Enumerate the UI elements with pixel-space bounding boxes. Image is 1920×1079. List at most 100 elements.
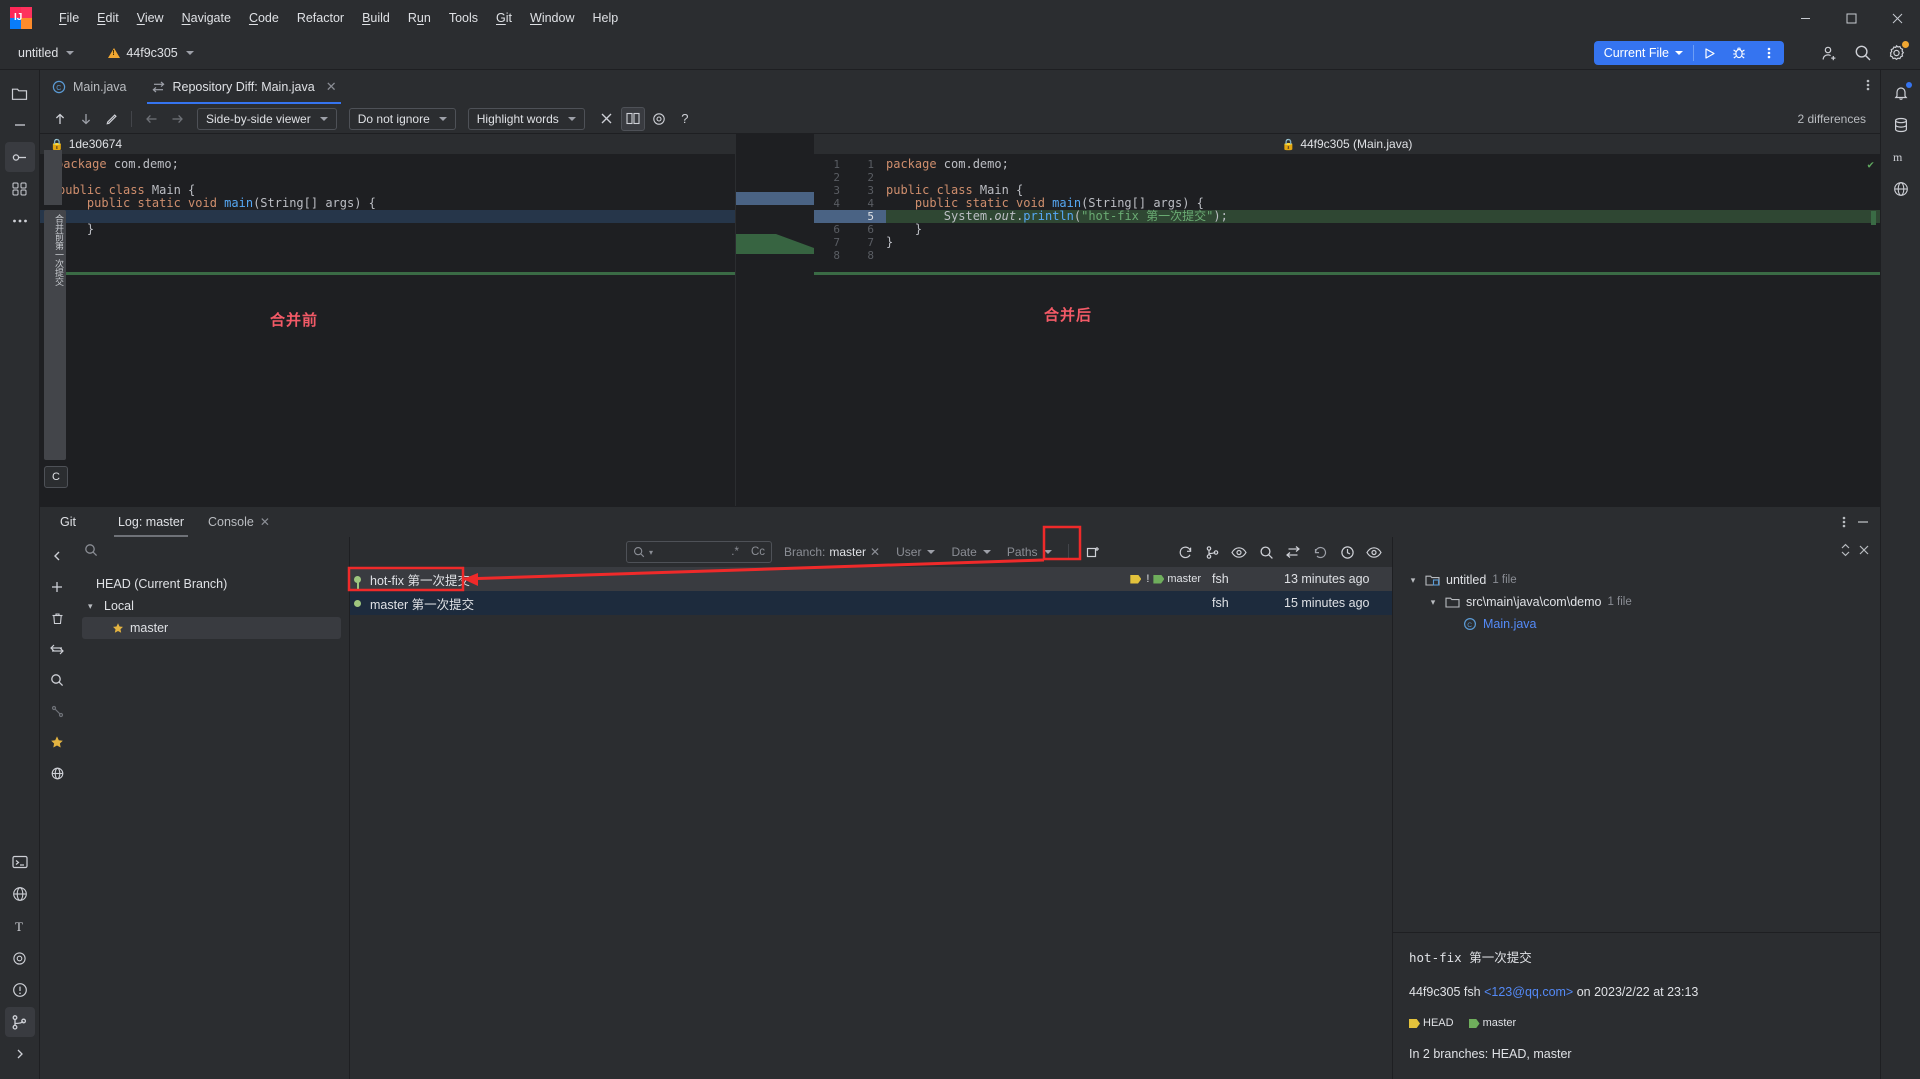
project-tool-icon[interactable] <box>5 78 35 108</box>
menu-help[interactable]: Help <box>583 7 627 29</box>
diff-help-icon[interactable]: ? <box>673 107 697 131</box>
case-sensitive-toggle[interactable]: Cc <box>751 546 765 558</box>
highlight-dropdown[interactable]: Highlight words <box>467 107 585 130</box>
checkout-icon[interactable] <box>44 636 70 662</box>
date-filter[interactable]: Date <box>947 543 994 561</box>
menu-navigate[interactable]: Navigate <box>173 7 240 29</box>
log-search-input[interactable]: ▾ .* Cc <box>626 541 772 563</box>
run-button[interactable] <box>1694 41 1724 65</box>
branch-compare-icon[interactable] <box>1200 540 1224 564</box>
typography-icon[interactable]: T <box>5 911 35 941</box>
menu-git[interactable]: Git <box>487 7 521 29</box>
menu-file[interactable]: File <box>50 7 88 29</box>
settings-icon[interactable] <box>1882 38 1912 68</box>
diff-left-code[interactable]: ✔package com.demo; public class Main { p… <box>40 154 735 506</box>
file-tree-row-module[interactable]: ▾ untitled 1 file <box>1393 569 1880 591</box>
delete-branch-icon[interactable] <box>44 605 70 631</box>
new-branch-icon[interactable] <box>44 574 70 600</box>
remote-icon[interactable] <box>44 760 70 786</box>
show-details-icon[interactable] <box>1227 540 1251 564</box>
diff-right-code[interactable]: 1 1 package com.demo; 22 3 3 public class Ma… <box>814 154 1880 506</box>
user-filter[interactable]: User <box>892 543 939 561</box>
tab-log-master[interactable]: Log: master <box>108 507 194 537</box>
branch-graph-icon[interactable] <box>44 698 70 724</box>
search-branch-icon[interactable] <box>44 667 70 693</box>
new-tab-icon[interactable] <box>1081 540 1105 564</box>
diff-preview-icon[interactable] <box>1281 540 1305 564</box>
search-everywhere-icon[interactable] <box>1848 38 1878 68</box>
commit-author-email[interactable]: <123@qq.com> <box>1484 985 1573 999</box>
database-icon[interactable] <box>1886 110 1916 140</box>
menu-view[interactable]: View <box>128 7 173 29</box>
viewer-mode-dropdown[interactable]: Side-by-side viewer <box>197 107 337 130</box>
chevron-down-icon[interactable]: ▾ <box>1407 575 1419 586</box>
git-tool-icon[interactable] <box>4 1007 35 1037</box>
globe-icon[interactable] <box>5 879 35 909</box>
favorites-icon[interactable] <box>44 729 70 755</box>
account-icon[interactable] <box>1814 38 1844 68</box>
run-configuration-widget[interactable]: Current File <box>1593 41 1784 65</box>
chevron-down-icon[interactable]: ▾ <box>1427 597 1439 608</box>
close-tab-icon[interactable]: ✕ <box>326 79 337 95</box>
structure-tool-icon[interactable] <box>5 174 35 204</box>
branch-group-local[interactable]: ▾ Local <box>74 595 349 617</box>
menu-edit[interactable]: Edit <box>88 7 128 29</box>
menu-refactor[interactable]: Refactor <box>288 7 353 29</box>
changed-files-tree[interactable]: ▾ untitled 1 file ▾ src\main\java\com\de… <box>1393 563 1880 932</box>
editor-more-options-icon[interactable] <box>1866 78 1870 92</box>
overlay-commit-button[interactable]: C <box>44 466 68 488</box>
more-tools-icon[interactable] <box>5 206 35 236</box>
paths-filter[interactable]: Paths <box>1003 543 1056 561</box>
commit-list[interactable]: hot-fix 第一次提交 ! master fsh 13 minutes ag… <box>350 567 1392 1079</box>
branch-filter[interactable]: Branch: master ✕ <box>780 543 884 561</box>
refresh-icon[interactable] <box>1173 540 1197 564</box>
tab-console[interactable]: Console ✕ <box>198 507 280 537</box>
commit-hash[interactable]: 44f9c305 <box>1409 985 1460 999</box>
breadcrumb-branch[interactable]: 44f9c305 <box>102 43 199 63</box>
editor-tab-repository-diff[interactable]: Repository Diff: Main.java ✕ <box>138 70 349 104</box>
collapse-icon[interactable] <box>5 110 35 140</box>
close-tab-icon[interactable]: ✕ <box>260 515 270 529</box>
breadcrumb-project[interactable]: untitled <box>12 43 80 63</box>
run-config-selector[interactable]: Current File <box>1594 41 1693 65</box>
branch-search-box[interactable] <box>74 537 349 563</box>
menu-build[interactable]: Build <box>353 7 399 29</box>
build-settings-icon[interactable] <box>5 943 35 973</box>
close-button[interactable] <box>1874 0 1920 36</box>
expand-rail-icon[interactable] <box>5 1039 35 1069</box>
terminal-tool-icon[interactable] <box>5 847 35 877</box>
commit-row[interactable]: hot-fix 第一次提交 ! master fsh 13 minutes ag… <box>350 567 1392 591</box>
commit-row[interactable]: master 第一次提交 fsh 15 minutes ago <box>350 591 1392 615</box>
editor-tab-main-java[interactable]: C Main.java <box>40 70 139 104</box>
menu-window[interactable]: Window <box>521 7 583 29</box>
apply-right-icon[interactable] <box>165 107 189 131</box>
apply-left-icon[interactable] <box>139 107 163 131</box>
collapse-unchanged-icon[interactable] <box>595 107 619 131</box>
collapse-branches-icon[interactable] <box>44 543 70 569</box>
commit-tool-icon[interactable] <box>4 142 35 172</box>
web-icon[interactable] <box>1886 174 1916 204</box>
regex-toggle[interactable]: .* <box>731 546 739 558</box>
minimize-button[interactable] <box>1782 0 1828 36</box>
diff-settings-icon[interactable] <box>647 107 671 131</box>
whitespace-dropdown[interactable]: Do not ignore <box>348 107 456 130</box>
expand-collapse-icon[interactable] <box>1839 543 1852 557</box>
close-details-icon[interactable] <box>1858 544 1870 556</box>
sync-scroll-icon[interactable] <box>620 106 645 131</box>
notifications-icon[interactable] <box>1886 78 1916 108</box>
menu-code[interactable]: Code <box>240 7 288 29</box>
favorite-star-icon[interactable] <box>112 622 124 634</box>
previous-difference-icon[interactable] <box>48 107 72 131</box>
history-icon[interactable] <box>1335 540 1359 564</box>
more-run-actions-button[interactable] <box>1754 41 1784 65</box>
menu-tools[interactable]: Tools <box>440 7 487 29</box>
eye-icon[interactable] <box>1362 540 1386 564</box>
menu-run[interactable]: Run <box>399 7 440 29</box>
branch-row-head[interactable]: HEAD (Current Branch) <box>74 573 349 595</box>
panel-options-icon[interactable] <box>1842 515 1846 529</box>
next-difference-icon[interactable] <box>74 107 98 131</box>
branch-row-master[interactable]: master <box>82 617 341 639</box>
file-tree-row-file[interactable]: C Main.java <box>1393 613 1880 635</box>
clear-branch-filter-icon[interactable]: ✕ <box>870 545 880 559</box>
file-tree-row-folder[interactable]: ▾ src\main\java\com\demo 1 file <box>1393 591 1880 613</box>
